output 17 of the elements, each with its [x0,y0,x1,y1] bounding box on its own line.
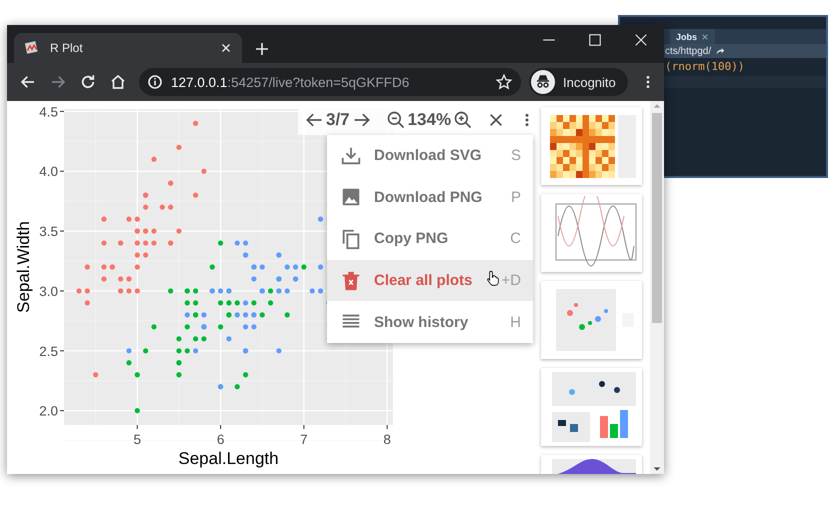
x-tick-label: 8 [383,432,391,447]
page-counter: 3/7 [326,110,350,130]
y-tick-label: 2.5 [39,344,58,359]
code-line: (rnorm(100)) [664,59,746,73]
zoom-level: 134% [408,110,452,130]
path-text: cts/httpgd/ [665,46,712,56]
x-axis-title: Sepal.Length [178,449,279,468]
x-tick-label: 5 [134,432,142,447]
y-tick-label: 3.5 [39,224,58,240]
y-tick-label: 4.0 [39,164,58,180]
url-text: 127.0.0.1:54257/live?token=5qGKFFD6 [171,74,410,90]
y-tick-label: 4.5 [39,104,58,120]
x-tick-label: 6 [216,432,224,447]
x-tick-label: 7 [300,432,308,447]
y-tick-label: 2.0 [39,404,58,419]
y-tick-label: 3.0 [39,284,58,299]
y-axis-title: Sepal.Width [14,221,33,313]
